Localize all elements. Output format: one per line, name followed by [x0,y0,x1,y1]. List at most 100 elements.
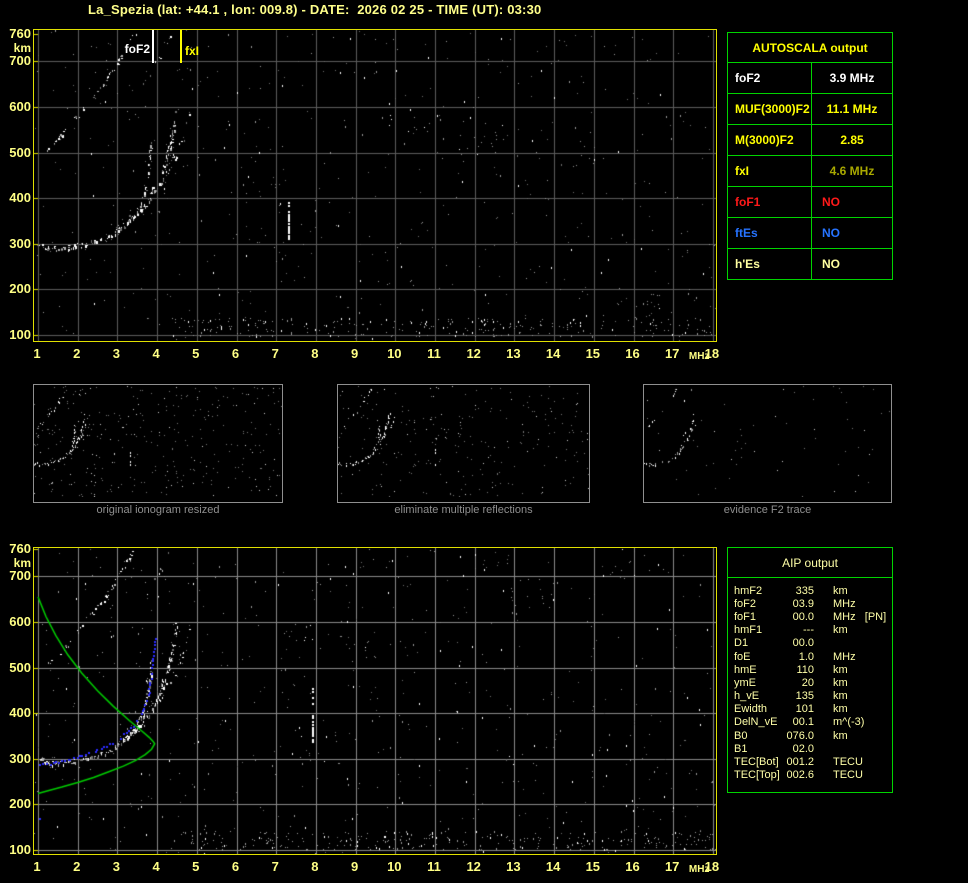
y-axis-tick-label: 600 [1,614,31,629]
y-axis-tick-label: 200 [1,281,31,296]
param-label: ftEs [728,218,812,248]
table-row: DelN_vE00.1m^(-3) [728,716,892,729]
param-unit: TECU [814,769,892,781]
y-axis-tick-label: 300 [1,236,31,251]
aip-table-rows: hmF2335km foF203.9MHz foF100.0MHz [PN] h… [728,578,892,782]
table-row: foE1.0MHz [728,650,892,663]
x-axis-tick-label: 12 [460,346,488,361]
param-unit: km [814,690,892,702]
param-value: 1.0 [784,651,814,663]
x-axis-tick-label: 3 [102,859,130,874]
param-value: 20 [784,677,814,689]
y-axis-tick-label: 300 [1,751,31,766]
param-unit: km [814,624,892,636]
param-value: 076.0 [784,730,814,742]
thumbnail-original-ionogram [33,384,283,503]
x-axis-tick-label: 6 [222,346,250,361]
x-axis-tick-label: 1 [23,346,51,361]
param-value: 11.1 MHz [812,94,892,124]
table-row: Ewidth101km [728,703,892,716]
x-axis-tick-label: 14 [539,859,567,874]
param-value: NO [812,218,892,248]
x-axis-unit-label: MHz [689,864,710,875]
param-label: D1 [728,637,784,649]
thumbnail-caption: eliminate multiple reflections [337,504,590,516]
table-row: M(3000)F2 2.85 [728,125,892,156]
x-axis-tick-label: 17 [658,346,686,361]
y-axis-tick-label: 760 [1,26,31,41]
x-axis-tick-label: 11 [420,859,448,874]
param-label: DelN_vE [728,716,784,728]
x-axis-tick-label: 13 [499,346,527,361]
param-label: B1 [728,743,784,755]
thumbnail-canvas-evidence [644,385,891,497]
param-unit: MHz [PN] [814,611,892,623]
thumbnail-evidence-f2 [643,384,892,503]
param-value: 03.9 [784,598,814,610]
aip-ionogram-canvas [34,548,716,854]
x-axis-tick-label: 8 [301,859,329,874]
param-value: --- [784,624,814,636]
param-unit: km [814,585,892,597]
station-date-time-title: La_Spezia (lat: +44.1 , lon: 009.8) - DA… [88,2,541,17]
param-unit: km [814,677,892,689]
x-axis-tick-label: 12 [460,859,488,874]
x-axis-tick-label: 6 [222,859,250,874]
param-value: 101 [784,703,814,715]
y-axis-tick-label: 600 [1,99,31,114]
param-value: 2.85 [812,125,892,155]
thumbnail-caption: evidence F2 trace [643,504,892,516]
x-axis-tick-label: 5 [182,859,210,874]
table-row: h'Es NO [728,249,892,279]
autoscala-output-table: AUTOSCALA output foF2 3.9 MHz MUF(3000)F… [727,32,893,280]
param-label: foF1 [728,187,812,217]
param-unit: MHz [814,651,892,663]
x-axis-tick-label: 8 [301,346,329,361]
x-axis-tick-label: 4 [142,859,170,874]
param-label: h_vE [728,690,784,702]
fof2-marker-line [152,30,154,63]
table-row: B102.0 [728,742,892,755]
x-axis-tick-label: 7 [261,346,289,361]
y-axis-tick-label: 400 [1,190,31,205]
fof2-marker-label: foF2 [118,42,150,56]
table-row: hmF2335km [728,584,892,597]
x-axis-tick-label: 2 [63,859,91,874]
param-value: 110 [784,664,814,676]
param-label: MUF(3000)F2 [728,94,812,124]
x-axis-tick-label: 9 [341,346,369,361]
y-axis-tick-label: 700 [1,53,31,68]
x-axis-tick-label: 2 [63,346,91,361]
thumbnail-canvas-original [34,385,282,497]
x-axis-unit-label: MHz [689,351,710,362]
x-axis-tick-label: 15 [579,346,607,361]
param-value: NO [812,187,892,217]
param-value: 335 [784,585,814,597]
y-axis-tick-label: 700 [1,568,31,583]
param-label: h'Es [728,249,812,279]
table-row: B0076.0km [728,729,892,742]
param-unit: km [814,703,892,715]
param-value: 002.6 [784,769,814,781]
param-label: ymE [728,677,784,689]
param-label: TEC[Top] [728,769,784,781]
y-axis-tick-label: 500 [1,660,31,675]
x-axis-tick-label: 7 [261,859,289,874]
y-axis-tick-label: 500 [1,145,31,160]
table-row: foF100.0MHz [PN] [728,610,892,623]
main-ionogram-canvas [34,30,716,341]
main-ionogram-plot: foF2 fxI [33,29,717,342]
param-unit: MHz [814,598,892,610]
x-axis-tick-label: 10 [380,859,408,874]
aip-output-table: AIP output hmF2335km foF203.9MHz foF100.… [727,547,893,793]
y-axis-unit-label: km [1,41,31,55]
param-label: hmF1 [728,624,784,636]
x-axis-tick-label: 13 [499,859,527,874]
table-row: h_vE135km [728,690,892,703]
x-axis-tick-label: 1 [23,859,51,874]
x-axis-tick-label: 16 [619,346,647,361]
x-axis-tick-label: 14 [539,346,567,361]
x-axis-tick-label: 17 [658,859,686,874]
fxi-marker-line [180,30,182,63]
param-label: hmE [728,664,784,676]
